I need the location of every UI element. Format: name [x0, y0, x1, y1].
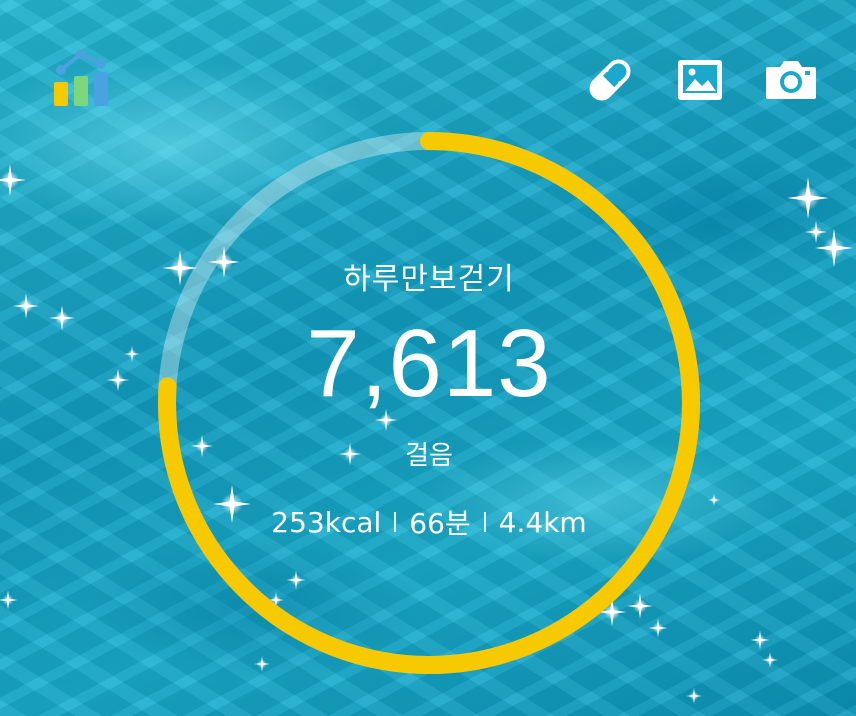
- distance-value: 4.4km: [498, 505, 587, 539]
- activity-stats: 253kcal 66분 4.4km: [164, 502, 694, 542]
- step-unit-label: 걸음: [405, 441, 453, 471]
- step-count: 7,613: [306, 310, 552, 417]
- duration-value: 66분: [409, 507, 471, 540]
- calories-value: 253kcal: [271, 505, 382, 539]
- app-title: 하루만보걷기: [343, 262, 515, 297]
- pedometer-summary[interactable]: 하루만보걷기 7,613 걸음 253kcal 66분 4.4km: [164, 260, 694, 542]
- stat-divider: [483, 512, 486, 532]
- stat-divider: [394, 512, 397, 532]
